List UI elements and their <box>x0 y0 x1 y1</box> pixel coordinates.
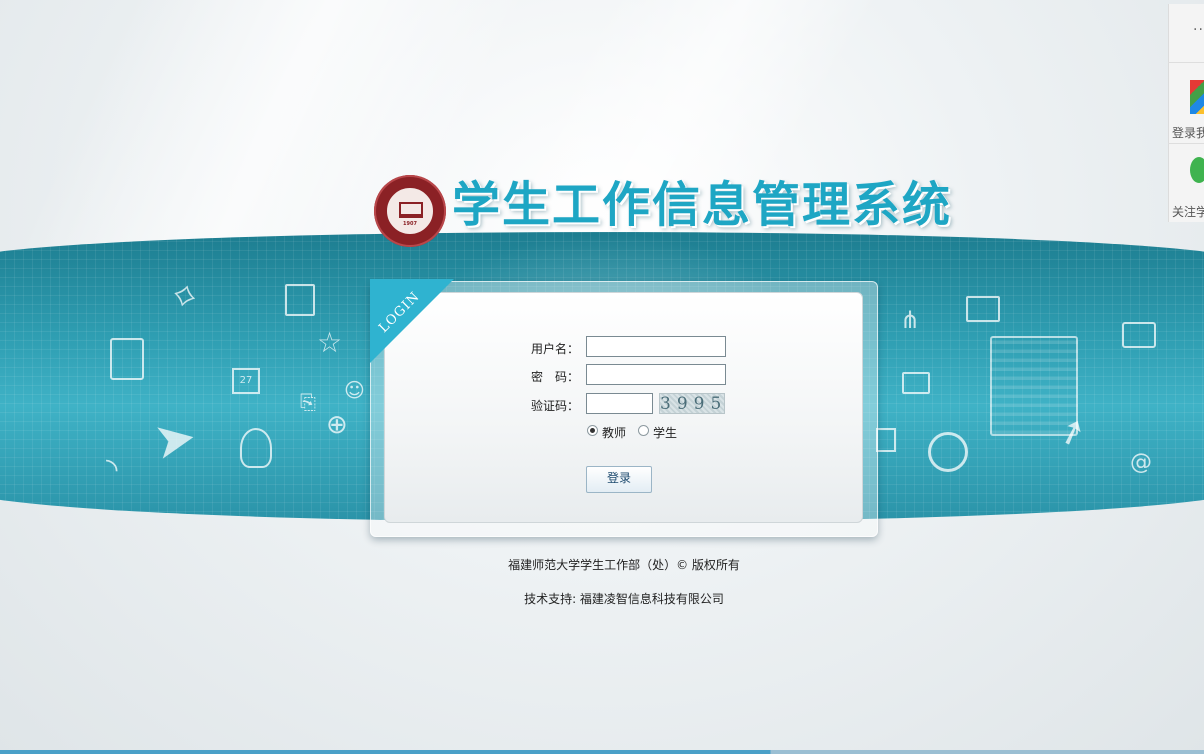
side-item-follow-label[interactable]: 关注学 <box>1172 203 1204 220</box>
system-title: 学生工作信息管理系统 <box>452 177 953 233</box>
captcha-label: 验证码： <box>531 399 580 413</box>
trash-icon <box>876 428 896 452</box>
rss-icon: ◝ <box>106 452 118 487</box>
zoom-icon: ⊕ <box>326 410 348 440</box>
captcha-image[interactable]: 3995 <box>659 393 725 414</box>
role-label-teacher: 教师 <box>602 426 627 440</box>
folder-icon <box>902 372 930 394</box>
copyright-text: 福建师范大学学生工作部（处）© 版权所有 <box>508 558 740 572</box>
side-item-login-label[interactable]: 登录我 <box>1172 124 1204 141</box>
seal-inner: 1907 <box>385 186 435 236</box>
login-page: ⌑ ☆ 27 ⎘ ☺ ⊕ ➤ ◝ ⋔ ➚ @ 1907 学生工作信息管理系统 L… <box>0 0 1204 754</box>
seal-gate-icon <box>399 202 423 218</box>
share-icon: ⋔ <box>900 306 921 334</box>
more-icon[interactable]: ·· <box>1193 22 1204 38</box>
chat-user-icon: ☺ <box>344 378 365 402</box>
stopwatch-icon <box>928 432 968 472</box>
at-icon: @ <box>1130 450 1152 475</box>
star-icon: ☆ <box>317 326 343 359</box>
role-label-student: 学生 <box>653 426 678 440</box>
calendar-icon: 27 <box>232 368 260 394</box>
message-icon <box>1122 322 1156 348</box>
app-login-icon[interactable] <box>1190 80 1204 114</box>
login-ribbon: LOGIN <box>370 279 454 363</box>
seal-year: 1907 <box>403 221 417 227</box>
role-radio-student[interactable] <box>638 425 649 436</box>
password-label: 密 码： <box>531 370 580 384</box>
login-button[interactable]: 登录 <box>586 466 652 493</box>
role-radio-teacher[interactable] <box>587 425 598 436</box>
university-seal-logo: 1907 <box>374 175 446 247</box>
side-divider <box>1168 143 1204 144</box>
username-label: 用户名： <box>531 342 580 356</box>
lightbulb-icon <box>240 428 272 468</box>
side-divider <box>1168 62 1204 63</box>
paperclip-icon: ⎘ <box>300 390 316 414</box>
wechat-icon[interactable] <box>1190 157 1204 183</box>
taskbar-edge <box>0 750 1204 754</box>
tech-support-text: 技术支持: 福建凌智信息科技有限公司 <box>524 592 724 606</box>
clipboard-icon <box>110 338 144 380</box>
captcha-input[interactable] <box>586 393 653 414</box>
notepad-icon <box>285 284 315 316</box>
username-input[interactable] <box>586 336 726 357</box>
id-card-icon <box>966 296 1000 322</box>
password-input[interactable] <box>586 364 726 385</box>
